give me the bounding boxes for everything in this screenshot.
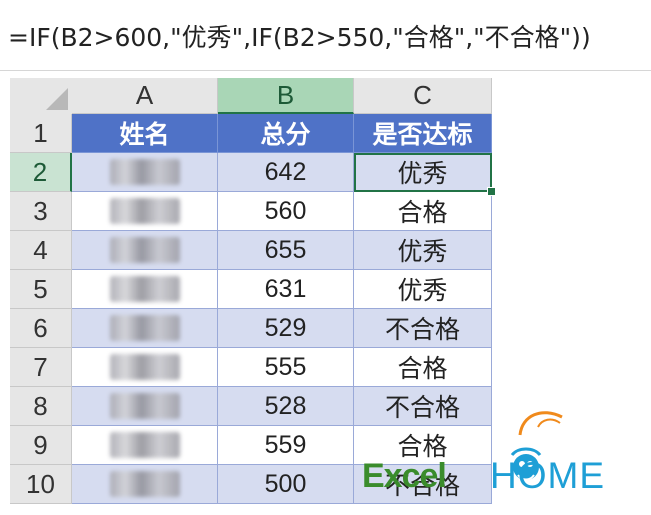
cell-a3[interactable] (72, 192, 218, 231)
cell-a4[interactable] (72, 231, 218, 270)
redacted-name (109, 471, 180, 497)
cell-a9[interactable] (72, 426, 218, 465)
cell-c6[interactable]: 不合格 (354, 309, 492, 348)
cell-a5[interactable] (72, 270, 218, 309)
cell-text: 优秀 (397, 277, 448, 305)
cell-text: 529 (264, 313, 307, 342)
row-header-6[interactable]: 6 (10, 309, 72, 348)
cell-text: 655 (264, 235, 307, 264)
fill-handle[interactable] (487, 187, 496, 196)
cell-c3[interactable]: 合格 (354, 192, 492, 231)
cell-c2[interactable]: 优秀 (354, 153, 492, 192)
logo-text-excel: Excel (362, 457, 447, 495)
row-header-10[interactable]: 10 (10, 465, 72, 504)
redacted-name (109, 159, 180, 185)
cell-text: 合格 (397, 355, 448, 383)
cell-c7[interactable]: 合格 (354, 348, 492, 387)
cell-text: 合格 (397, 199, 448, 227)
column-header-b[interactable]: B (218, 78, 354, 114)
cell-b3[interactable]: 560 (218, 192, 354, 231)
redacted-name (109, 237, 180, 263)
column-header-c[interactable]: C (354, 78, 492, 114)
cell-a8[interactable] (72, 387, 218, 426)
header-cell-a[interactable]: 姓名 (72, 114, 218, 153)
cell-b10[interactable]: 500 (218, 465, 354, 504)
row-header-2[interactable]: 2 (10, 153, 72, 192)
cell-text: 姓名 (119, 121, 170, 149)
row-header-8[interactable]: 8 (10, 387, 72, 426)
cell-a10[interactable] (72, 465, 218, 504)
row-header-9[interactable]: 9 (10, 426, 72, 465)
row-header-7[interactable]: 7 (10, 348, 72, 387)
cell-text: 642 (264, 157, 307, 186)
cell-text: 总分 (260, 121, 311, 149)
cell-a7[interactable] (72, 348, 218, 387)
header-cell-c[interactable]: 是否达标 (354, 114, 492, 153)
cell-a6[interactable] (72, 309, 218, 348)
cell-text: 528 (264, 391, 307, 420)
cell-b5[interactable]: 631 (218, 270, 354, 309)
cell-b6[interactable]: 529 (218, 309, 354, 348)
logo-text-home: HOME (490, 455, 605, 496)
column-header-a[interactable]: A (72, 78, 218, 114)
cell-text: 631 (264, 274, 307, 303)
cell-text: 优秀 (397, 160, 448, 188)
formula-divider (0, 70, 651, 71)
redacted-name (109, 432, 180, 458)
formula-bar[interactable]: =IF(B2>600,"优秀",IF(B2>550,"合格","不合格")) (0, 0, 651, 70)
cell-b8[interactable]: 528 (218, 387, 354, 426)
cell-text: 优秀 (397, 238, 448, 266)
redacted-name (109, 198, 180, 224)
cell-text: 500 (264, 469, 307, 498)
select-all-triangle-icon (46, 88, 68, 110)
excelhome-logo: Excel HOME (362, 395, 642, 505)
header-cell-b[interactable]: 总分 (218, 114, 354, 153)
cell-a2[interactable] (72, 153, 218, 192)
redacted-name (109, 276, 180, 302)
redacted-name (109, 315, 180, 341)
cell-text: 559 (264, 430, 307, 459)
cell-b2[interactable]: 642 (218, 153, 354, 192)
cell-text: 555 (264, 352, 307, 381)
row-header-5[interactable]: 5 (10, 270, 72, 309)
cell-text: 560 (264, 196, 307, 225)
cell-b9[interactable]: 559 (218, 426, 354, 465)
formula-text[interactable]: =IF(B2>600,"优秀",IF(B2>550,"合格","不合格")) (8, 18, 591, 54)
row-header-1[interactable]: 1 (10, 114, 72, 153)
cell-b7[interactable]: 555 (218, 348, 354, 387)
cell-b4[interactable]: 655 (218, 231, 354, 270)
cell-text: 不合格 (384, 316, 460, 344)
select-all-corner[interactable] (10, 78, 73, 115)
cell-text: 是否达标 (372, 121, 473, 149)
redacted-name (109, 393, 180, 419)
row-header-4[interactable]: 4 (10, 231, 72, 270)
cell-c4[interactable]: 优秀 (354, 231, 492, 270)
row-header-3[interactable]: 3 (10, 192, 72, 231)
redacted-name (109, 354, 180, 380)
cell-c5[interactable]: 优秀 (354, 270, 492, 309)
